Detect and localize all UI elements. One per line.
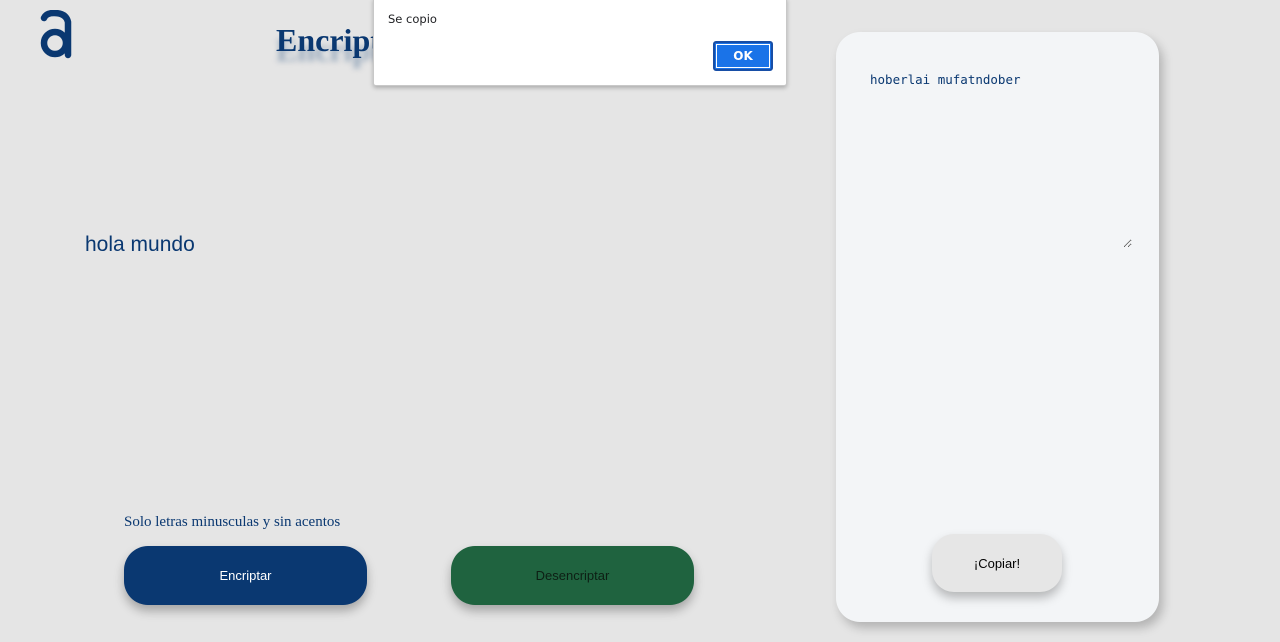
copy-button[interactable]: ¡Copiar! <box>932 534 1062 592</box>
page-title: Encript <box>276 22 381 58</box>
alura-logo-icon <box>38 9 76 62</box>
input-textarea[interactable]: hola mundo <box>85 90 725 470</box>
output-panel: hoberlai mufatndober ¡Copiar! <box>836 32 1159 622</box>
hint-text: Solo letras minusculas y sin acentos <box>124 514 341 530</box>
decrypt-button[interactable]: Desencriptar <box>451 546 694 605</box>
output-textarea[interactable]: hoberlai mufatndober <box>870 72 1132 248</box>
alert-dialog: Se copio OK <box>373 0 787 86</box>
alert-message: Se copio <box>388 12 437 26</box>
encrypt-button[interactable]: Encriptar <box>124 546 367 605</box>
alert-ok-button[interactable]: OK <box>713 41 773 71</box>
